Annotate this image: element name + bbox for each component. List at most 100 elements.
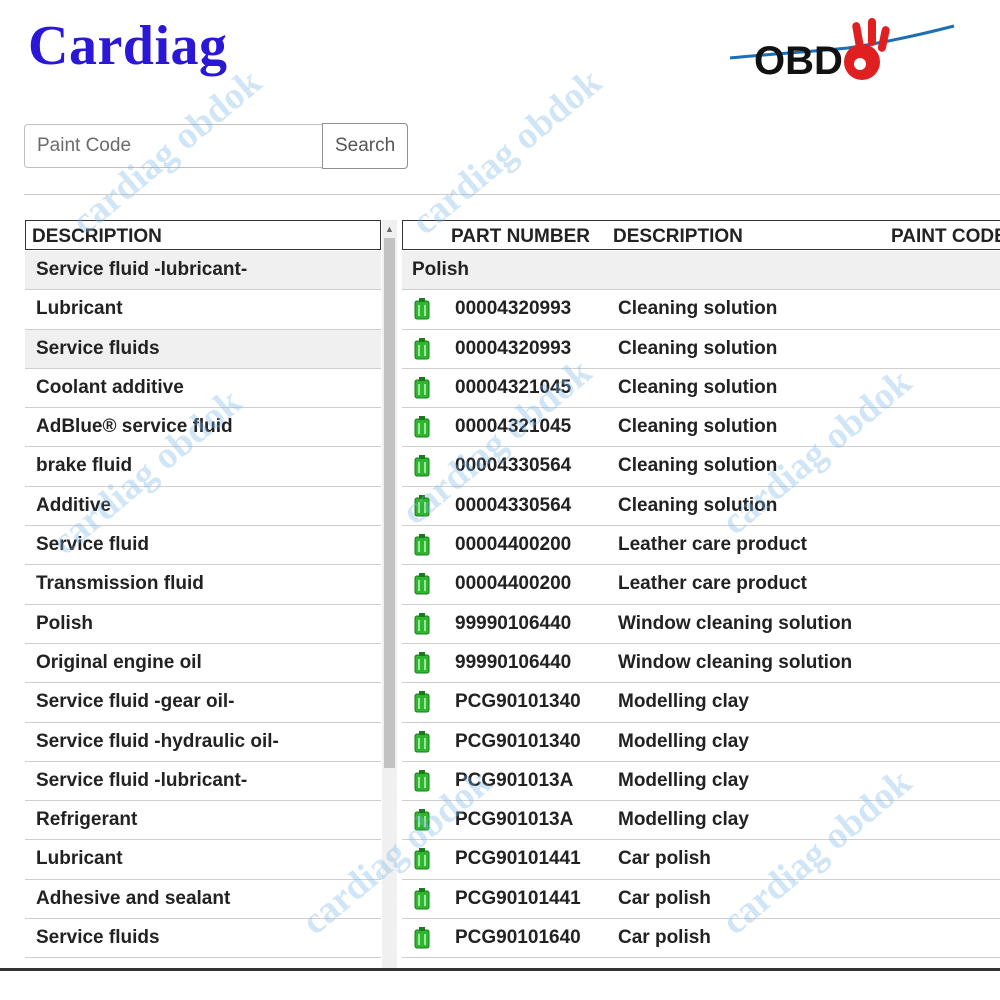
category-item[interactable]: Service fluid -gear oil-: [25, 683, 381, 723]
parts-header: PART NUMBER DESCRIPTION PAINT CODE: [402, 220, 1000, 250]
category-item[interactable]: Coolant additive: [25, 369, 381, 409]
category-item[interactable]: Service fluid: [25, 526, 381, 566]
part-number: 00004321045: [455, 416, 572, 438]
part-description: Window cleaning solution: [618, 612, 853, 634]
category-list: Service fluid -lubricant- Lubricant Servic…: [25, 251, 381, 959]
part-number: 00004330564: [455, 494, 572, 516]
fluid-can-icon: [414, 298, 430, 320]
bottom-border: [0, 968, 1000, 971]
category-item[interactable]: Lubricant: [25, 840, 381, 880]
part-number: PCG901013A: [455, 769, 574, 791]
col-part-number[interactable]: PART NUMBER: [451, 226, 590, 248]
part-row[interactable]: 99990106440 Window cleaning solution: [402, 605, 1000, 644]
fluid-can-icon: [414, 612, 430, 635]
category-item[interactable]: Service fluid -lubricant-: [25, 762, 381, 802]
divider: [24, 194, 1000, 195]
category-item[interactable]: Adhesive and sealant: [25, 880, 381, 920]
part-number: 00004321045: [455, 376, 572, 398]
fluid-can-icon: [414, 769, 430, 792]
part-row[interactable]: PCG90101340 Modelling clay: [402, 723, 1000, 762]
col-paint-code[interactable]: PAINT CODE: [891, 226, 1000, 248]
part-number: PCG90101640: [455, 927, 581, 949]
part-description: Window cleaning solution: [618, 651, 853, 673]
obd-logo: OBD: [729, 18, 955, 83]
part-description: Modelling clay: [618, 809, 749, 831]
part-description: Modelling clay: [618, 691, 749, 713]
part-description: Car polish: [618, 887, 711, 909]
fluid-can-icon: [414, 651, 430, 674]
fluid-can-icon: [414, 494, 430, 517]
category-item[interactable]: Transmission fluid: [25, 565, 381, 605]
category-panel: DESCRIPTION Service fluid -lubricant- Lub…: [25, 220, 397, 968]
fluid-can-icon: [414, 730, 430, 753]
category-item[interactable]: Polish: [25, 605, 381, 644]
paint-code-input[interactable]: [24, 124, 322, 168]
part-row[interactable]: PCG90101340 Modelling clay: [402, 683, 1000, 723]
brand-logo: Cardiag: [28, 15, 228, 77]
part-number: 00004320993: [455, 298, 572, 320]
fluid-can-icon: [414, 573, 430, 595]
part-description: Cleaning solution: [618, 416, 778, 438]
category-header: DESCRIPTION: [25, 220, 381, 250]
part-description: Car polish: [618, 848, 711, 870]
category-item[interactable]: Service fluids: [25, 919, 381, 959]
part-row[interactable]: PCG901013A Modelling clay: [402, 762, 1000, 802]
fluid-can-icon: [414, 927, 430, 949]
category-item[interactable]: brake fluid: [25, 447, 381, 487]
category-item[interactable]: Service fluids: [25, 329, 381, 369]
part-description: Cleaning solution: [618, 376, 778, 398]
fluid-can-icon: [414, 534, 430, 556]
part-description: Car polish: [618, 927, 711, 949]
part-number: PCG90101340: [455, 730, 581, 752]
category-item[interactable]: Refrigerant: [25, 801, 381, 841]
part-row[interactable]: 00004320993 Cleaning solution: [402, 290, 1000, 330]
scroll-thumb[interactable]: [384, 238, 395, 768]
part-description: Modelling clay: [618, 730, 749, 752]
search-bar: Search: [24, 123, 409, 169]
part-row[interactable]: 00004321045 Cleaning solution: [402, 369, 1000, 409]
part-number: PCG90101441: [455, 848, 581, 870]
part-row[interactable]: 00004330564 Cleaning solution: [402, 447, 1000, 487]
scroll-up-icon[interactable]: ▲: [382, 222, 397, 236]
fluid-can-icon: [414, 887, 430, 910]
fluid-can-icon: [414, 848, 430, 870]
fluid-can-icon: [414, 691, 430, 713]
svg-text:OBD: OBD: [754, 39, 843, 83]
category-item[interactable]: Original engine oil: [25, 644, 381, 684]
part-description: Cleaning solution: [618, 298, 778, 320]
col-description[interactable]: DESCRIPTION: [613, 226, 743, 248]
search-button[interactable]: Search: [322, 123, 409, 169]
part-row[interactable]: 00004320993 Cleaning solution: [402, 330, 1000, 369]
part-row[interactable]: PCG90101441 Car polish: [402, 840, 1000, 880]
part-row[interactable]: PCG90101640 Car polish: [402, 919, 1000, 959]
category-item[interactable]: Service fluid -lubricant-: [25, 251, 381, 291]
part-description: Cleaning solution: [618, 494, 778, 516]
part-number: 00004330564: [455, 455, 572, 477]
part-row[interactable]: 99990106440 Window cleaning solution: [402, 644, 1000, 684]
part-description: Cleaning solution: [618, 455, 778, 477]
category-item[interactable]: Lubricant: [25, 290, 381, 330]
part-number: PCG90101340: [455, 691, 581, 713]
part-description: Cleaning solution: [618, 337, 778, 359]
category-item[interactable]: Service fluid -hydraulic oil-: [25, 723, 381, 762]
fluid-can-icon: [414, 416, 430, 438]
part-row[interactable]: 00004400200 Leather care product: [402, 565, 1000, 605]
part-row[interactable]: 00004330564 Cleaning solution: [402, 487, 1000, 527]
part-number: 99990106440: [455, 612, 572, 634]
part-row[interactable]: 00004321045 Cleaning solution: [402, 408, 1000, 448]
category-item[interactable]: Additive: [25, 487, 381, 527]
group-row: Polish: [402, 251, 1000, 291]
part-number: 00004400200: [455, 534, 572, 556]
part-row[interactable]: PCG901013A Modelling clay: [402, 801, 1000, 841]
part-row[interactable]: PCG90101441 Car polish: [402, 880, 1000, 920]
fluid-can-icon: [414, 337, 430, 360]
fluid-can-icon: [414, 455, 430, 477]
part-number: 00004320993: [455, 337, 572, 359]
part-row[interactable]: 00004400200 Leather care product: [402, 526, 1000, 566]
watermark: cardiag obdok: [403, 60, 610, 244]
fluid-can-icon: [414, 809, 430, 831]
category-scrollbar[interactable]: ▲: [382, 220, 397, 968]
category-item[interactable]: AdBlue® service fluid: [25, 408, 381, 448]
part-number: PCG901013A: [455, 809, 574, 831]
part-description: Modelling clay: [618, 769, 749, 791]
